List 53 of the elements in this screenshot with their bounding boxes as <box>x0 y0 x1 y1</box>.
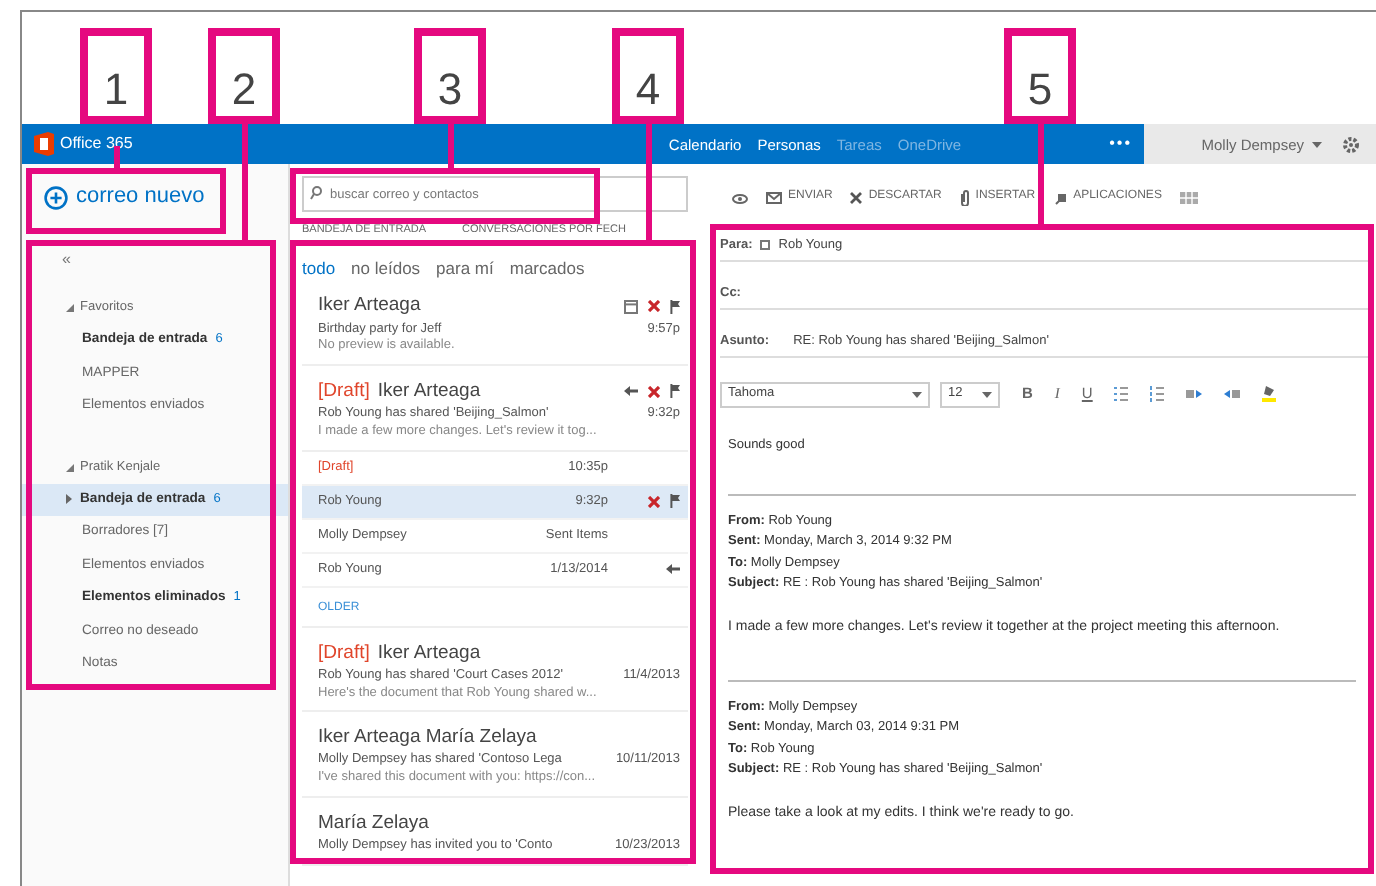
callout-number: 2 <box>208 28 280 124</box>
highlighter-icon[interactable] <box>1262 386 1277 402</box>
callout-number: 5 <box>1004 28 1076 124</box>
filter-tab[interactable]: marcados <box>509 253 585 282</box>
indent-icon[interactable] <box>1186 388 1203 400</box>
attach-icon <box>959 190 970 206</box>
flag-icon[interactable] <box>670 299 680 314</box>
reply-icon[interactable] <box>624 386 638 397</box>
caret-icon <box>982 391 992 397</box>
collapse-button[interactable]: « <box>62 244 71 276</box>
contact-icon <box>760 240 771 250</box>
settings-icon[interactable] <box>1342 135 1360 153</box>
leader-line <box>646 124 652 240</box>
callout-number: 4 <box>612 28 684 124</box>
callout-number: 3 <box>414 28 486 124</box>
view-icon[interactable] <box>732 193 748 203</box>
caret-icon <box>912 391 922 397</box>
expand-icon[interactable] <box>66 494 72 505</box>
delete-icon[interactable] <box>648 495 660 508</box>
send-icon <box>766 192 782 204</box>
sender-name: Iker Arteaga <box>377 641 483 664</box>
flag-icon[interactable] <box>670 384 680 399</box>
expand-icon[interactable] <box>66 463 74 471</box>
sender-name: María Zelaya <box>318 811 431 835</box>
expand-icon[interactable] <box>66 304 74 312</box>
apps-icon <box>1053 191 1068 205</box>
plus-circle-icon <box>44 186 68 210</box>
callout-number: 1 <box>80 28 152 124</box>
filter-tab[interactable]: para mí <box>436 253 494 282</box>
delete-icon[interactable] <box>648 300 660 313</box>
filter-tab[interactable]: no leídos <box>351 253 421 282</box>
bullet-list-icon[interactable] <box>1114 386 1129 402</box>
new-mail-button[interactable]: correo nuevo <box>34 176 215 220</box>
search-icon <box>310 186 322 200</box>
reply-icon[interactable] <box>666 564 680 575</box>
leader-line <box>448 124 454 168</box>
discard-icon <box>850 192 863 204</box>
draft-tag: [Draft] <box>318 379 370 403</box>
office-logo-icon <box>34 132 54 156</box>
leader-line <box>242 124 248 240</box>
filter-tab[interactable]: todo <box>302 253 336 282</box>
outdent-icon[interactable] <box>1224 388 1241 400</box>
numbered-list-icon[interactable] <box>1150 386 1165 402</box>
flag-icon[interactable] <box>670 494 680 509</box>
more-button[interactable]: ••• <box>1109 134 1132 154</box>
leader-line <box>1038 124 1044 224</box>
calendar-icon <box>624 299 638 314</box>
sender-name: Iker Arteaga <box>318 294 423 318</box>
delete-icon[interactable] <box>648 385 660 398</box>
draft-tag: [Draft] <box>318 641 370 664</box>
sender-name: Iker Arteaga María Zelaya <box>318 726 539 750</box>
sender-name: Iker Arteaga <box>377 379 483 403</box>
caret-icon <box>1312 141 1322 147</box>
